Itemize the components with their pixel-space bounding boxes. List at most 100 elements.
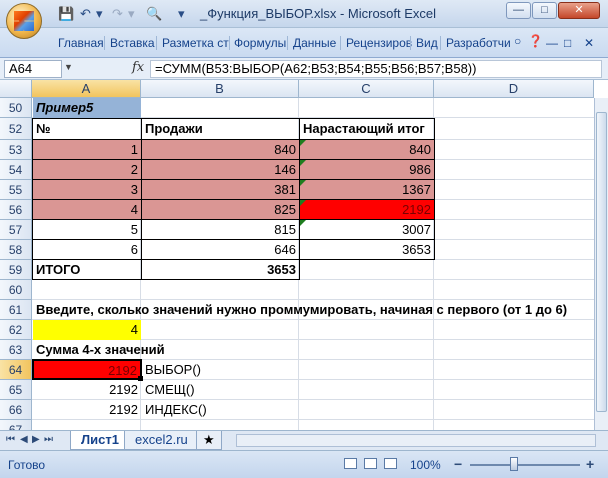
vertical-scrollbar[interactable]: [594, 98, 608, 430]
cell-a61[interactable]: Введите, сколько значений нужно проммуми…: [33, 300, 593, 320]
cell-a54[interactable]: 2: [32, 159, 142, 180]
column-header-c[interactable]: C: [299, 80, 434, 98]
cell-a56[interactable]: 4: [32, 199, 142, 220]
error-indicator-icon[interactable]: [300, 220, 306, 226]
insert-sheet-icon[interactable]: ★: [196, 431, 222, 450]
cell-b66[interactable]: ИНДЕКС(): [142, 400, 292, 420]
ribbon-minimize-icon[interactable]: ○: [514, 34, 521, 48]
cell-a50[interactable]: Пример5: [33, 98, 141, 118]
page-layout-view-icon[interactable]: [364, 458, 377, 469]
formula-input[interactable]: =СУММ(B53:ВЫБОР(A62;B53;B54;B55;B56;B57;…: [150, 60, 602, 78]
cell-b54[interactable]: 146: [141, 159, 300, 180]
row-header[interactable]: 52: [0, 118, 32, 140]
maximize-button[interactable]: □: [532, 2, 557, 19]
prev-sheet-icon[interactable]: ◀: [20, 434, 28, 445]
next-sheet-icon[interactable]: ▶: [32, 434, 40, 445]
cell-b65[interactable]: СМЕЩ(): [142, 380, 292, 400]
last-sheet-icon[interactable]: ⏭: [44, 434, 53, 445]
cell-c56[interactable]: 2192: [299, 199, 435, 220]
customize-toolbar-icon[interactable]: ▾: [178, 6, 185, 22]
cell-a53[interactable]: 1: [32, 139, 142, 160]
row-header[interactable]: 58: [0, 240, 32, 260]
row-header[interactable]: 56: [0, 200, 32, 220]
row-header[interactable]: 61: [0, 300, 32, 320]
row-header[interactable]: 57: [0, 220, 32, 240]
cell-a52[interactable]: №: [32, 118, 142, 140]
redo-icon[interactable]: ↷: [112, 6, 123, 22]
cell-c54[interactable]: 986: [299, 159, 435, 180]
cell-a59[interactable]: ИТОГО: [32, 259, 142, 280]
cell-b56[interactable]: 825: [141, 199, 300, 220]
cell-a64-selected[interactable]: 2192: [32, 359, 142, 380]
cell-b55[interactable]: 381: [141, 179, 300, 200]
tab-data[interactable]: Данные: [293, 36, 336, 50]
row-header[interactable]: 53: [0, 140, 32, 160]
cell-b59[interactable]: 3653: [141, 259, 300, 280]
first-sheet-icon[interactable]: ⏮: [6, 434, 15, 445]
cell-c58[interactable]: 3653: [299, 239, 435, 260]
tab-home[interactable]: Главная: [58, 36, 104, 50]
ribbon-close-button[interactable]: ✕: [584, 36, 594, 50]
row-header[interactable]: 60: [0, 280, 32, 300]
cell-b58[interactable]: 646: [141, 239, 300, 260]
cell-c52[interactable]: Нарастающий итог: [299, 118, 435, 140]
row-header[interactable]: 66: [0, 400, 32, 420]
error-indicator-icon[interactable]: [300, 200, 306, 206]
page-break-view-icon[interactable]: [384, 458, 397, 469]
help-icon[interactable]: ❓: [528, 34, 543, 48]
cell-a66[interactable]: 2192: [33, 400, 141, 420]
ribbon-minimize-button[interactable]: —: [546, 36, 558, 50]
error-indicator-icon[interactable]: [300, 140, 306, 146]
tab-page-layout[interactable]: Разметка ст: [162, 36, 229, 50]
cell-c57[interactable]: 3007: [299, 219, 435, 240]
cell-c55[interactable]: 1367: [299, 179, 435, 200]
worksheet-grid[interactable]: A B C D 50 52 53 54 55 56 57 58 59 60 61…: [0, 80, 600, 430]
zoom-slider-knob[interactable]: [510, 457, 518, 471]
ribbon-restore-button[interactable]: □: [564, 36, 571, 50]
cell-a57[interactable]: 5: [32, 219, 142, 240]
cell-c53[interactable]: 840: [299, 139, 435, 160]
cell-b64[interactable]: ВЫБОР(): [142, 360, 292, 380]
row-header[interactable]: 63: [0, 340, 32, 360]
row-header[interactable]: 62: [0, 320, 32, 340]
tab-formulas[interactable]: Формулы: [234, 36, 286, 50]
redo-dropdown-icon[interactable]: ▾: [128, 6, 135, 22]
row-header[interactable]: 59: [0, 260, 32, 280]
row-header[interactable]: 67: [0, 420, 32, 430]
tab-review[interactable]: Рецензиров: [346, 36, 412, 50]
cell-a62[interactable]: 4: [33, 320, 141, 340]
horizontal-scrollbar[interactable]: [236, 434, 596, 447]
cell-b53[interactable]: 840: [141, 139, 300, 160]
cell-b57[interactable]: 815: [141, 219, 300, 240]
cell-a63[interactable]: Сумма 4-х значений: [33, 340, 233, 360]
row-header[interactable]: 64: [0, 360, 32, 380]
column-header-a[interactable]: A: [32, 80, 141, 98]
zoom-out-icon[interactable]: −: [454, 456, 462, 472]
undo-icon[interactable]: ↶: [80, 6, 91, 22]
cell-b52[interactable]: Продажи: [141, 118, 300, 140]
cell-a55[interactable]: 3: [32, 179, 142, 200]
office-button[interactable]: [6, 3, 42, 39]
sheet-tab-list1[interactable]: Лист1: [70, 431, 130, 450]
normal-view-icon[interactable]: [344, 458, 357, 469]
undo-dropdown-icon[interactable]: ▾: [96, 6, 103, 22]
sheet-tab-excel2[interactable]: excel2.ru: [124, 431, 199, 450]
minimize-button[interactable]: —: [506, 2, 531, 19]
row-header[interactable]: 54: [0, 160, 32, 180]
column-header-b[interactable]: B: [141, 80, 299, 98]
tab-view[interactable]: Вид: [416, 36, 438, 50]
name-box-dropdown-icon[interactable]: ▼: [64, 62, 73, 72]
vertical-scroll-thumb[interactable]: [596, 112, 607, 412]
row-header[interactable]: 65: [0, 380, 32, 400]
error-indicator-icon[interactable]: [300, 160, 306, 166]
error-indicator-icon[interactable]: [300, 180, 306, 186]
tab-developer[interactable]: Разработчи: [446, 36, 511, 50]
zoom-level[interactable]: 100%: [410, 458, 441, 472]
insert-function-icon[interactable]: fx: [132, 60, 144, 75]
print-preview-icon[interactable]: 🔍: [146, 6, 162, 22]
cell-a65[interactable]: 2192: [33, 380, 141, 400]
tab-insert[interactable]: Вставка: [110, 36, 155, 50]
column-header-d[interactable]: D: [434, 80, 594, 98]
zoom-in-icon[interactable]: +: [586, 456, 594, 472]
name-box[interactable]: A64: [4, 60, 62, 78]
